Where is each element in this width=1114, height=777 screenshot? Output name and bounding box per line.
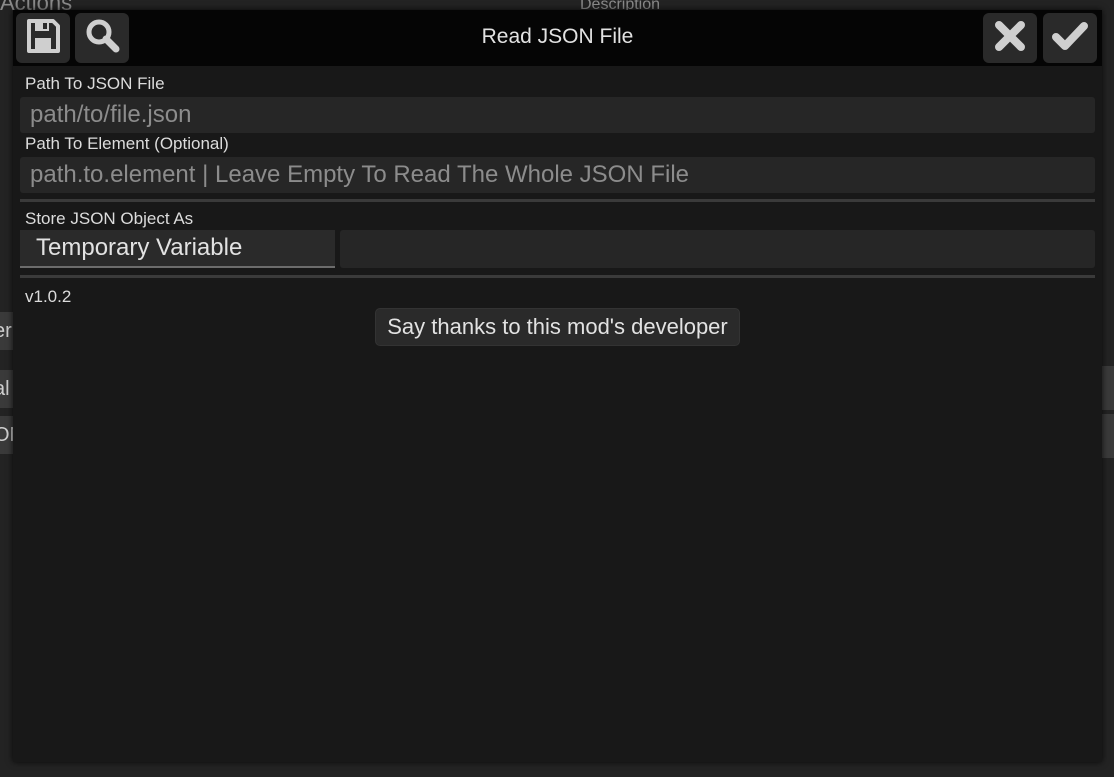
background-list-item[interactable]: ON xyxy=(0,416,14,454)
search-button[interactable] xyxy=(75,13,129,63)
store-as-label: Store JSON Object As xyxy=(25,209,194,228)
variable-name-input[interactable] xyxy=(340,230,1095,268)
section-divider xyxy=(20,275,1095,278)
dialog-title: Read JSON File xyxy=(481,25,634,48)
background-list-item[interactable]: er xyxy=(0,312,14,350)
json-path-label: Path To JSON File xyxy=(25,74,165,93)
say-thanks-button[interactable]: Say thanks to this mod's developer xyxy=(375,308,740,346)
x-icon xyxy=(991,17,1029,60)
element-path-input[interactable] xyxy=(20,157,1095,193)
section-divider xyxy=(20,199,1095,202)
confirm-button[interactable] xyxy=(1043,13,1097,63)
checkmark-icon xyxy=(1050,17,1090,60)
magnifier-icon xyxy=(83,17,121,60)
element-path-label: Path To Element (Optional) xyxy=(25,134,229,153)
background-list-item[interactable]: al xyxy=(0,370,14,408)
store-as-dropdown[interactable]: Temporary Variable xyxy=(20,230,335,268)
dialog-titlebar: Read JSON File xyxy=(13,10,1102,66)
version-label: v1.0.2 xyxy=(25,287,72,306)
cancel-button[interactable] xyxy=(983,13,1037,63)
background-list-item-right[interactable] xyxy=(1100,414,1114,458)
json-path-input[interactable] xyxy=(20,97,1095,133)
background-list-item-right[interactable] xyxy=(1100,366,1114,410)
read-json-dialog: Read JSON File Path To JSON File path/to… xyxy=(13,10,1102,762)
floppy-disk-icon xyxy=(24,17,62,60)
save-button[interactable] xyxy=(16,13,70,63)
